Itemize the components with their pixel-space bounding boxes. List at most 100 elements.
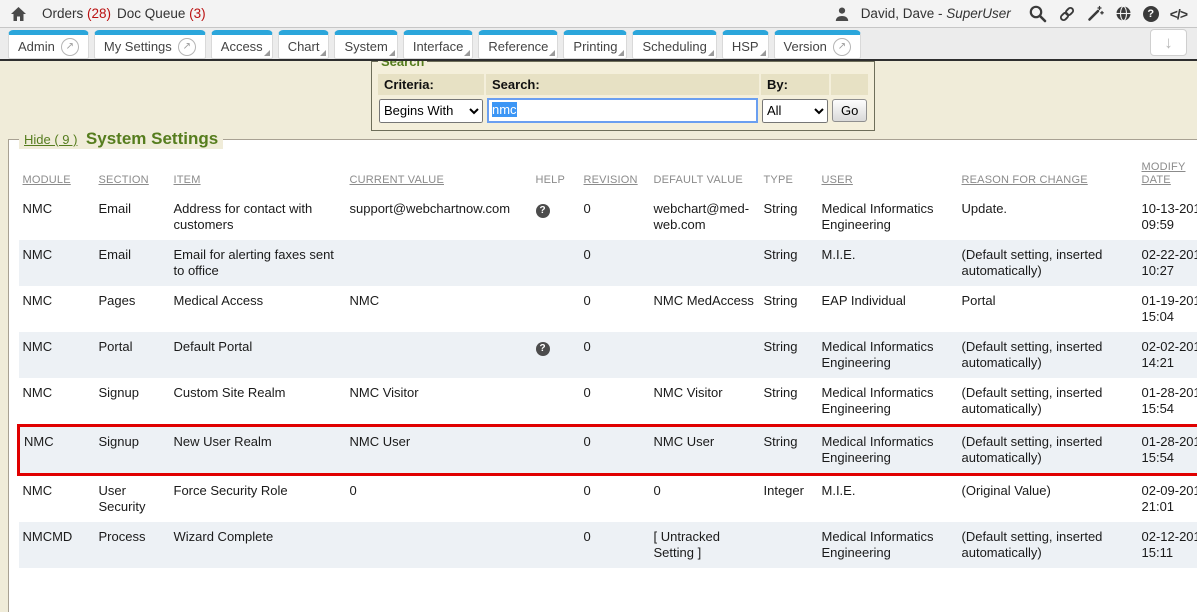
cell-item: Custom Site Realm — [170, 378, 346, 426]
tab-my-settings[interactable]: My Settings ↗ — [94, 30, 206, 59]
criteria-select[interactable]: Begins With — [379, 99, 483, 123]
cell-type: String — [760, 240, 818, 286]
popout-icon[interactable]: ↗ — [178, 38, 196, 56]
cell-revision: 0 — [580, 475, 650, 523]
search-input[interactable]: nmc — [487, 98, 758, 123]
hide-toggle-link[interactable]: Hide ( 9 ) — [24, 132, 77, 147]
cell-reason: (Original Value) — [958, 475, 1138, 523]
cell-help — [532, 475, 580, 523]
tab-label: Printing — [573, 39, 617, 54]
search-icon[interactable] — [1028, 4, 1047, 23]
help-icon[interactable]: ? — [536, 204, 550, 218]
topbar: Orders (28)Doc Queue (3) David, Dave - S… — [0, 0, 1197, 28]
cell-modify-date: 02-22-2011 10:27 — [1138, 240, 1197, 286]
tab-access[interactable]: Access ↗ — [211, 30, 273, 59]
tab-label: System — [344, 39, 387, 54]
cell-type: String — [760, 194, 818, 240]
nav-orders[interactable]: Orders (28) — [42, 6, 111, 21]
cell-user: Medical Informatics Engineering — [818, 522, 958, 568]
cell-reason: (Default setting, inserted automatically… — [958, 522, 1138, 568]
settings-header-row: MODULE SECTION ITEM CURRENT VALUE HELP REVISI… — [19, 153, 1197, 194]
cell-type: String — [760, 332, 818, 378]
cell-module: NMC — [19, 286, 95, 332]
cell-section: Email — [95, 194, 170, 240]
cell-user: EAP Individual — [818, 286, 958, 332]
help-icon[interactable]: ? — [1143, 6, 1159, 22]
cell-user: Medical Informatics Engineering — [818, 426, 958, 475]
cell-module: NMC — [19, 240, 95, 286]
criteria-label: Criteria: — [378, 74, 484, 95]
cell-reason: (Default setting, inserted automatically… — [958, 332, 1138, 378]
content: Search Criteria: Search: By: Begins With… — [0, 61, 1197, 612]
column-header[interactable]: REASON FOR CHANGE — [962, 174, 1088, 186]
by-select[interactable]: All — [762, 99, 828, 123]
tab-hsp[interactable]: HSP ↗ — [722, 30, 769, 59]
column-header: TYPE — [764, 174, 794, 186]
cell-item: Force Security Role — [170, 475, 346, 523]
tab-admin[interactable]: Admin ↗ — [8, 30, 89, 59]
cell-reason: Portal — [958, 286, 1138, 332]
cell-help — [532, 522, 580, 568]
settings-table: MODULE SECTION ITEM CURRENT VALUE HELP REVISI… — [17, 153, 1197, 568]
tab-scheduling[interactable]: Scheduling ↗ — [632, 30, 716, 59]
cell-section: Process — [95, 522, 170, 568]
cell-section: Signup — [95, 426, 170, 475]
down-arrow-icon: ↓ — [1164, 33, 1173, 53]
cell-module: NMC — [19, 475, 95, 523]
search-label: Search: — [486, 74, 759, 95]
cell-revision: 0 — [580, 378, 650, 426]
column-header: HELP — [536, 174, 566, 186]
globe-icon[interactable] — [1115, 5, 1132, 22]
settings-table-body: NMC Email Address for contact with custo… — [19, 194, 1197, 568]
tab-interface[interactable]: Interface ↗ — [403, 30, 474, 59]
cell-current-value — [346, 522, 532, 568]
cell-revision: 0 — [580, 332, 650, 378]
tab-chart[interactable]: Chart ↗ — [278, 30, 330, 59]
webchart-admin-screen: Orders (28)Doc Queue (3) David, Dave - S… — [0, 0, 1197, 612]
column-header[interactable]: CURRENT VALUE — [350, 174, 445, 186]
table-row: NMC Portal Default Portal ? 0 String Med… — [19, 332, 1197, 378]
column-header[interactable]: USER — [822, 174, 853, 186]
tab-version[interactable]: Version ↗ — [774, 30, 861, 59]
cell-current-value: NMC User — [346, 426, 532, 475]
popout-icon[interactable]: ↗ — [61, 38, 79, 56]
tab-bar: Admin ↗ My Settings ↗ Access ↗ Chart ↗ S… — [0, 28, 1197, 61]
code-icon[interactable]: </> — [1170, 6, 1187, 22]
wand-icon[interactable] — [1087, 5, 1104, 22]
search-panel: Search Criteria: Search: By: Begins With… — [371, 54, 875, 131]
cell-user: M.I.E. — [818, 240, 958, 286]
by-label: By: — [761, 74, 829, 95]
tab-label: Version — [784, 39, 827, 54]
cell-item: Email for alerting faxes sent to office — [170, 240, 346, 286]
column-header[interactable]: MODULE — [23, 174, 71, 186]
cell-help — [532, 426, 580, 475]
link-icon[interactable] — [1058, 5, 1076, 23]
tab-system[interactable]: System ↗ — [334, 30, 397, 59]
cell-section: User Security — [95, 475, 170, 523]
cell-item: New User Realm — [170, 426, 346, 475]
cell-revision: 0 — [580, 194, 650, 240]
selected-text: nmc — [492, 102, 517, 117]
popout-icon[interactable]: ↗ — [833, 38, 851, 56]
table-row: NMCMD Process Wizard Complete 0 [ Untrac… — [19, 522, 1197, 568]
collapse-tabs-button[interactable]: ↓ — [1150, 29, 1187, 56]
column-header[interactable]: MODIFY DATE — [1142, 161, 1186, 186]
cell-item: Default Portal — [170, 332, 346, 378]
tab-printing[interactable]: Printing ↗ — [563, 30, 627, 59]
cell-module: NMC — [19, 426, 95, 475]
home-icon[interactable] — [10, 6, 27, 22]
cell-revision: 0 — [580, 286, 650, 332]
tab-label: Chart — [288, 39, 320, 54]
nav-doc-queue[interactable]: Doc Queue (3) — [117, 6, 206, 21]
cell-user: M.I.E. — [818, 475, 958, 523]
tab-reference[interactable]: Reference ↗ — [478, 30, 558, 59]
column-header[interactable]: ITEM — [174, 174, 201, 186]
column-header[interactable]: SECTION — [99, 174, 149, 186]
help-icon[interactable]: ? — [536, 342, 550, 356]
cell-default-value: 0 — [650, 475, 760, 523]
cell-section: Email — [95, 240, 170, 286]
column-header[interactable]: REVISION — [584, 174, 638, 186]
go-button[interactable]: Go — [832, 99, 867, 122]
cell-default-value: [ Untracked Setting ] — [650, 522, 760, 568]
table-row: NMC User Security Force Security Role 0 … — [19, 475, 1197, 523]
